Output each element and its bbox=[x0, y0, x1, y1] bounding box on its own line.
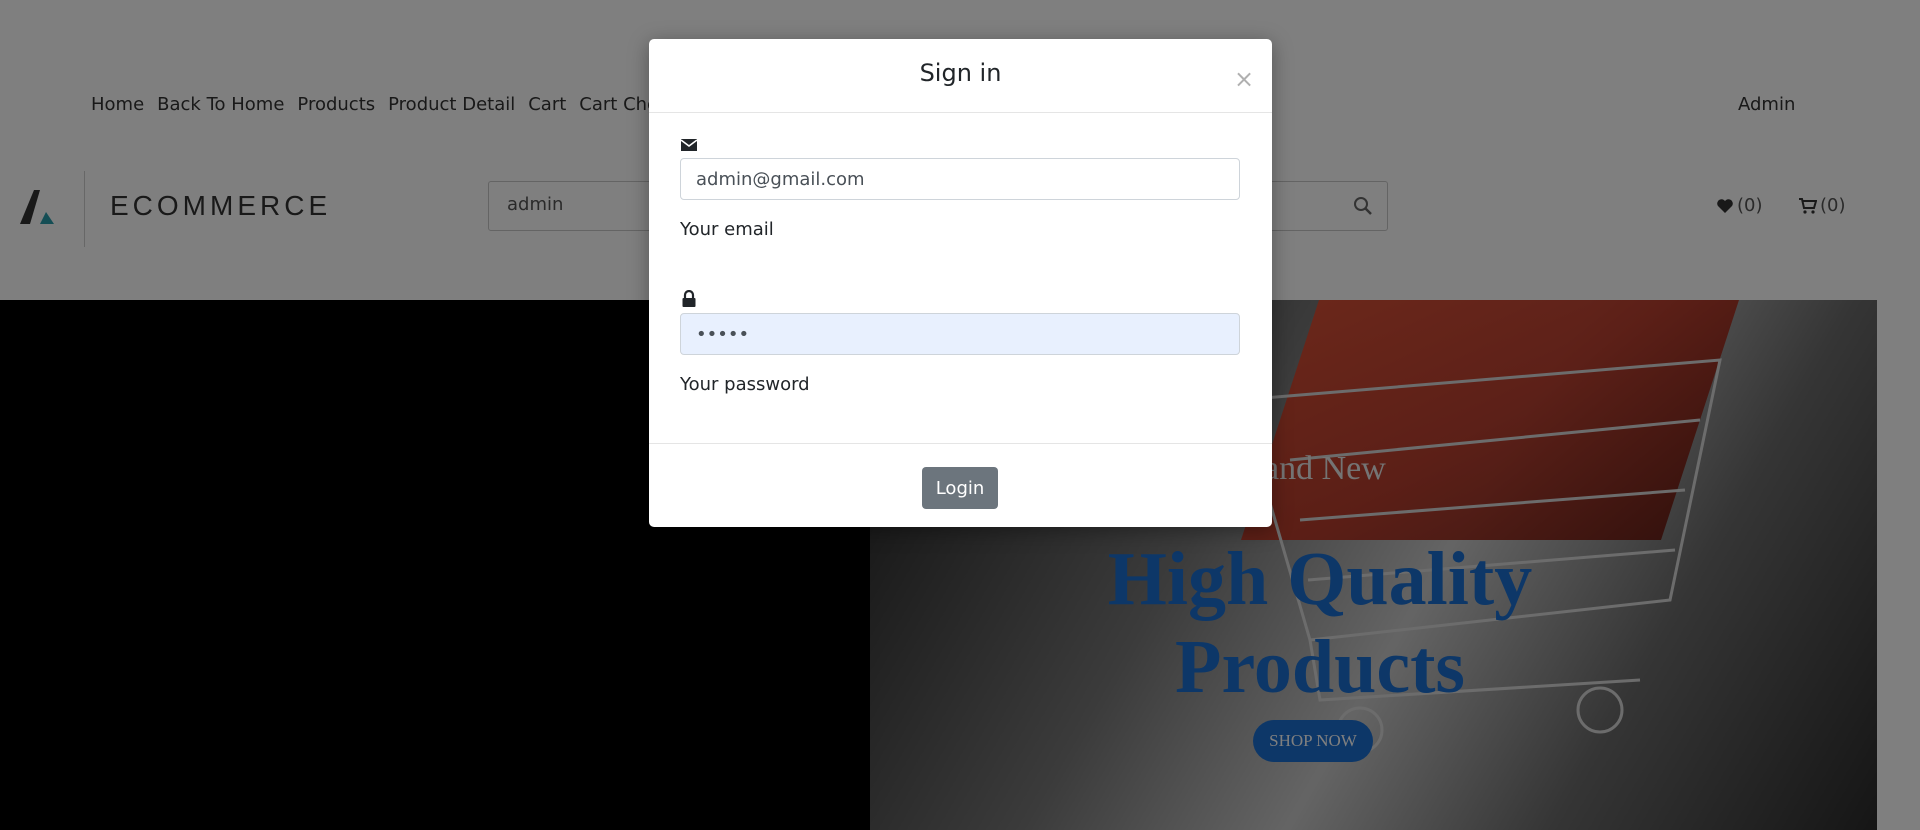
password-label: Your password bbox=[680, 374, 810, 395]
envelope-icon bbox=[680, 139, 698, 151]
password-field[interactable]: ••••• bbox=[680, 313, 1240, 355]
modal-header: Sign in × bbox=[649, 39, 1272, 113]
modal-title: Sign in bbox=[919, 59, 1002, 87]
modal-footer: Login bbox=[649, 443, 1272, 527]
sign-in-modal: Sign in × admin@gmail.com Your email •••… bbox=[649, 39, 1272, 527]
login-button[interactable]: Login bbox=[922, 467, 998, 509]
email-field[interactable]: admin@gmail.com bbox=[680, 158, 1240, 200]
email-label: Your email bbox=[680, 219, 774, 240]
lock-icon bbox=[682, 290, 696, 307]
close-button[interactable]: × bbox=[1234, 67, 1254, 91]
